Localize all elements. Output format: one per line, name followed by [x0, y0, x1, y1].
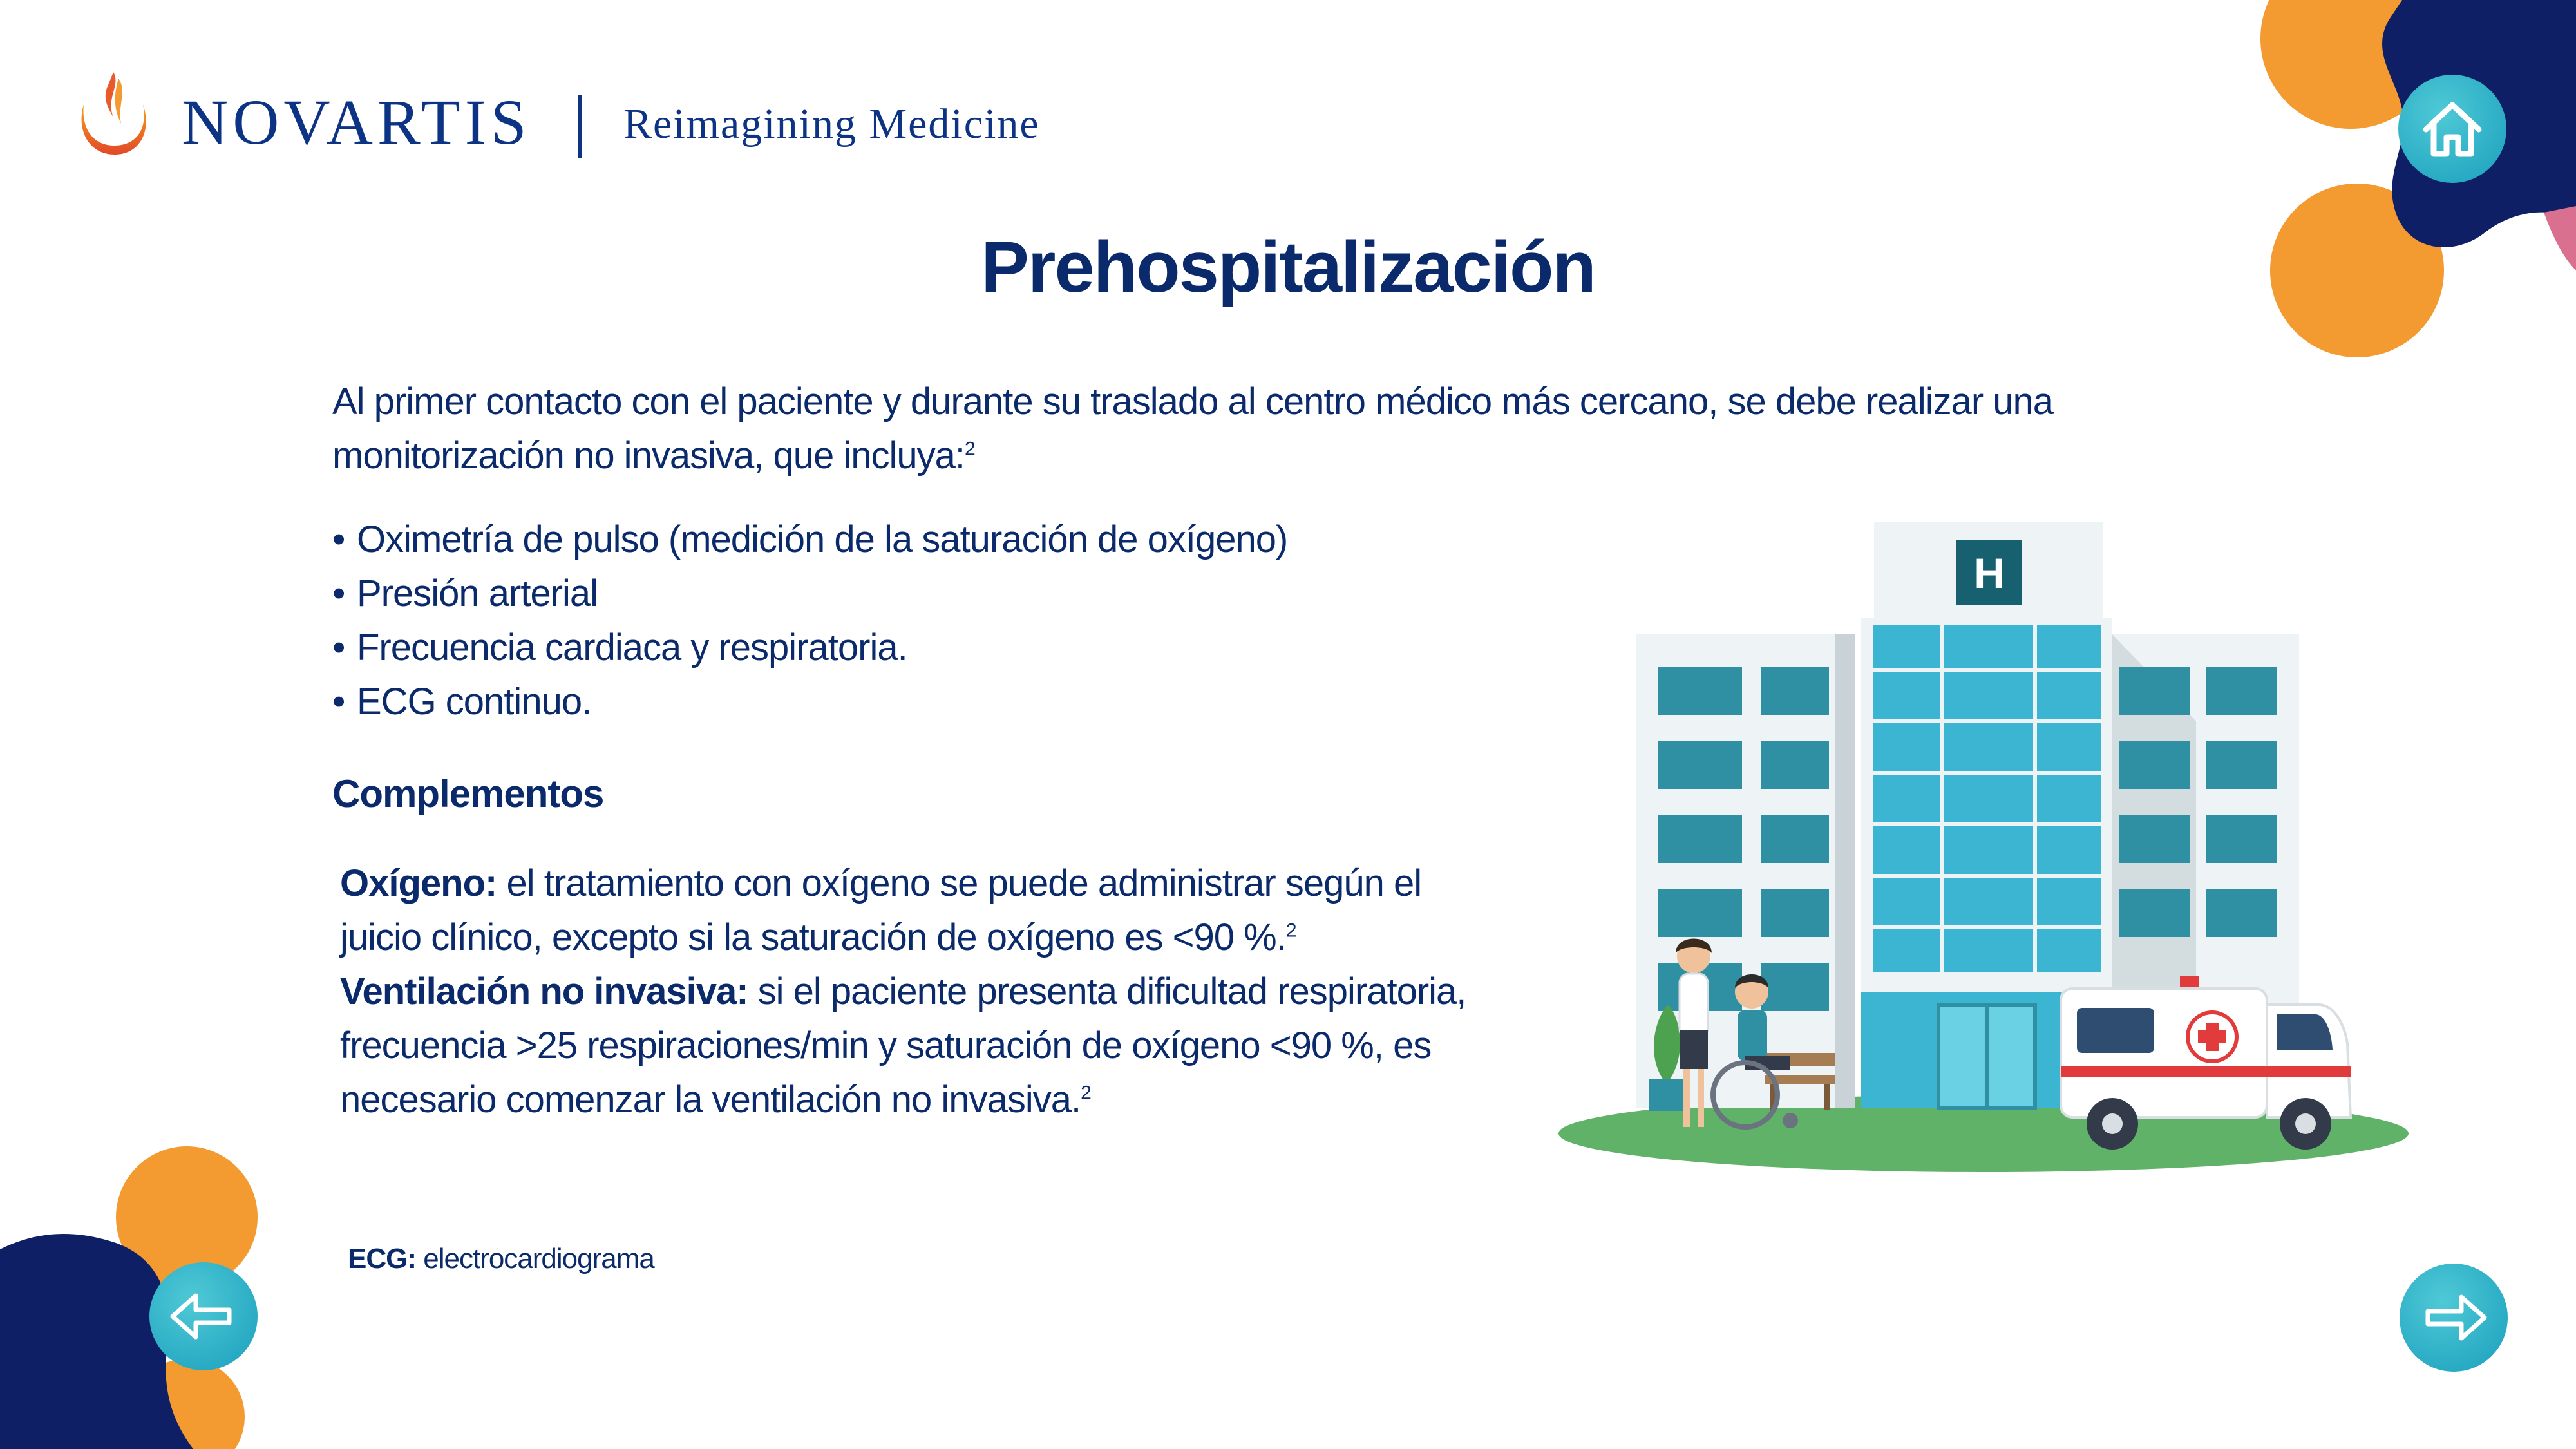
list-item-text: ECG continuo. — [357, 681, 592, 723]
oxigeno-paragraph: Oxígeno: el tratamiento con oxígeno se p… — [340, 857, 1499, 965]
arrow-right-icon — [2425, 1294, 2487, 1341]
complementos-body: Oxígeno: el tratamiento con oxígeno se p… — [340, 857, 1499, 1127]
intro-text: Al primer contacto con el paciente y dur… — [332, 381, 2054, 477]
page-title: Prehospitalización — [981, 227, 1596, 307]
novartis-logo-icon — [81, 72, 146, 155]
list-item-text: Oximetría de pulso (medición de la satur… — [357, 518, 1288, 560]
next-button[interactable] — [2400, 1264, 2508, 1372]
brand-divider — [578, 95, 582, 158]
brand-tagline: Reimagining Medicine — [623, 100, 1040, 147]
complementos-heading: Complementos — [332, 772, 604, 815]
footnote-text: electrocardiograma — [416, 1243, 655, 1274]
oxigeno-text: el tratamiento con oxígeno se puede admi… — [340, 862, 1422, 958]
brand-name: NOVARTIS — [182, 86, 531, 158]
footnote-abbr: ECG: — [348, 1243, 417, 1274]
intro-reference: 2 — [965, 438, 976, 460]
home-icon — [2423, 102, 2482, 157]
hospital-illustration: H — [1558, 522, 2409, 1172]
ventilacion-reference: 2 — [1081, 1082, 1092, 1104]
hospital-sign: H — [1974, 549, 2005, 597]
oxigeno-label: Oxígeno: — [340, 862, 497, 904]
oxigeno-reference: 2 — [1285, 920, 1297, 942]
ventilacion-paragraph: Ventilación no invasiva: si el paciente … — [340, 965, 1499, 1127]
bullet-icon: • — [332, 627, 345, 668]
list-item-text: Presión arterial — [357, 573, 598, 614]
list-item-text: Frecuencia cardiaca y respiratoria. — [357, 627, 908, 668]
list-item: • Presión arterial — [332, 567, 1556, 621]
arrow-left-icon — [170, 1293, 232, 1340]
monitoring-list: • Oximetría de pulso (medición de la satu… — [332, 513, 1556, 729]
list-item: • Frecuencia cardiaca y respiratoria. — [332, 621, 1556, 675]
bullet-icon: • — [332, 681, 345, 723]
footnote: ECG: electrocardiograma — [348, 1243, 655, 1275]
bullet-icon: • — [332, 573, 345, 614]
home-button[interactable] — [2398, 75, 2506, 183]
intro-paragraph: Al primer contacto con el paciente y dur… — [332, 375, 2187, 483]
list-item: • Oximetría de pulso (medición de la satu… — [332, 513, 1556, 567]
list-item: • ECG continuo. — [332, 675, 1556, 729]
back-button[interactable] — [149, 1262, 258, 1370]
ventilacion-label: Ventilación no invasiva: — [340, 971, 749, 1012]
bullet-icon: • — [332, 518, 345, 560]
